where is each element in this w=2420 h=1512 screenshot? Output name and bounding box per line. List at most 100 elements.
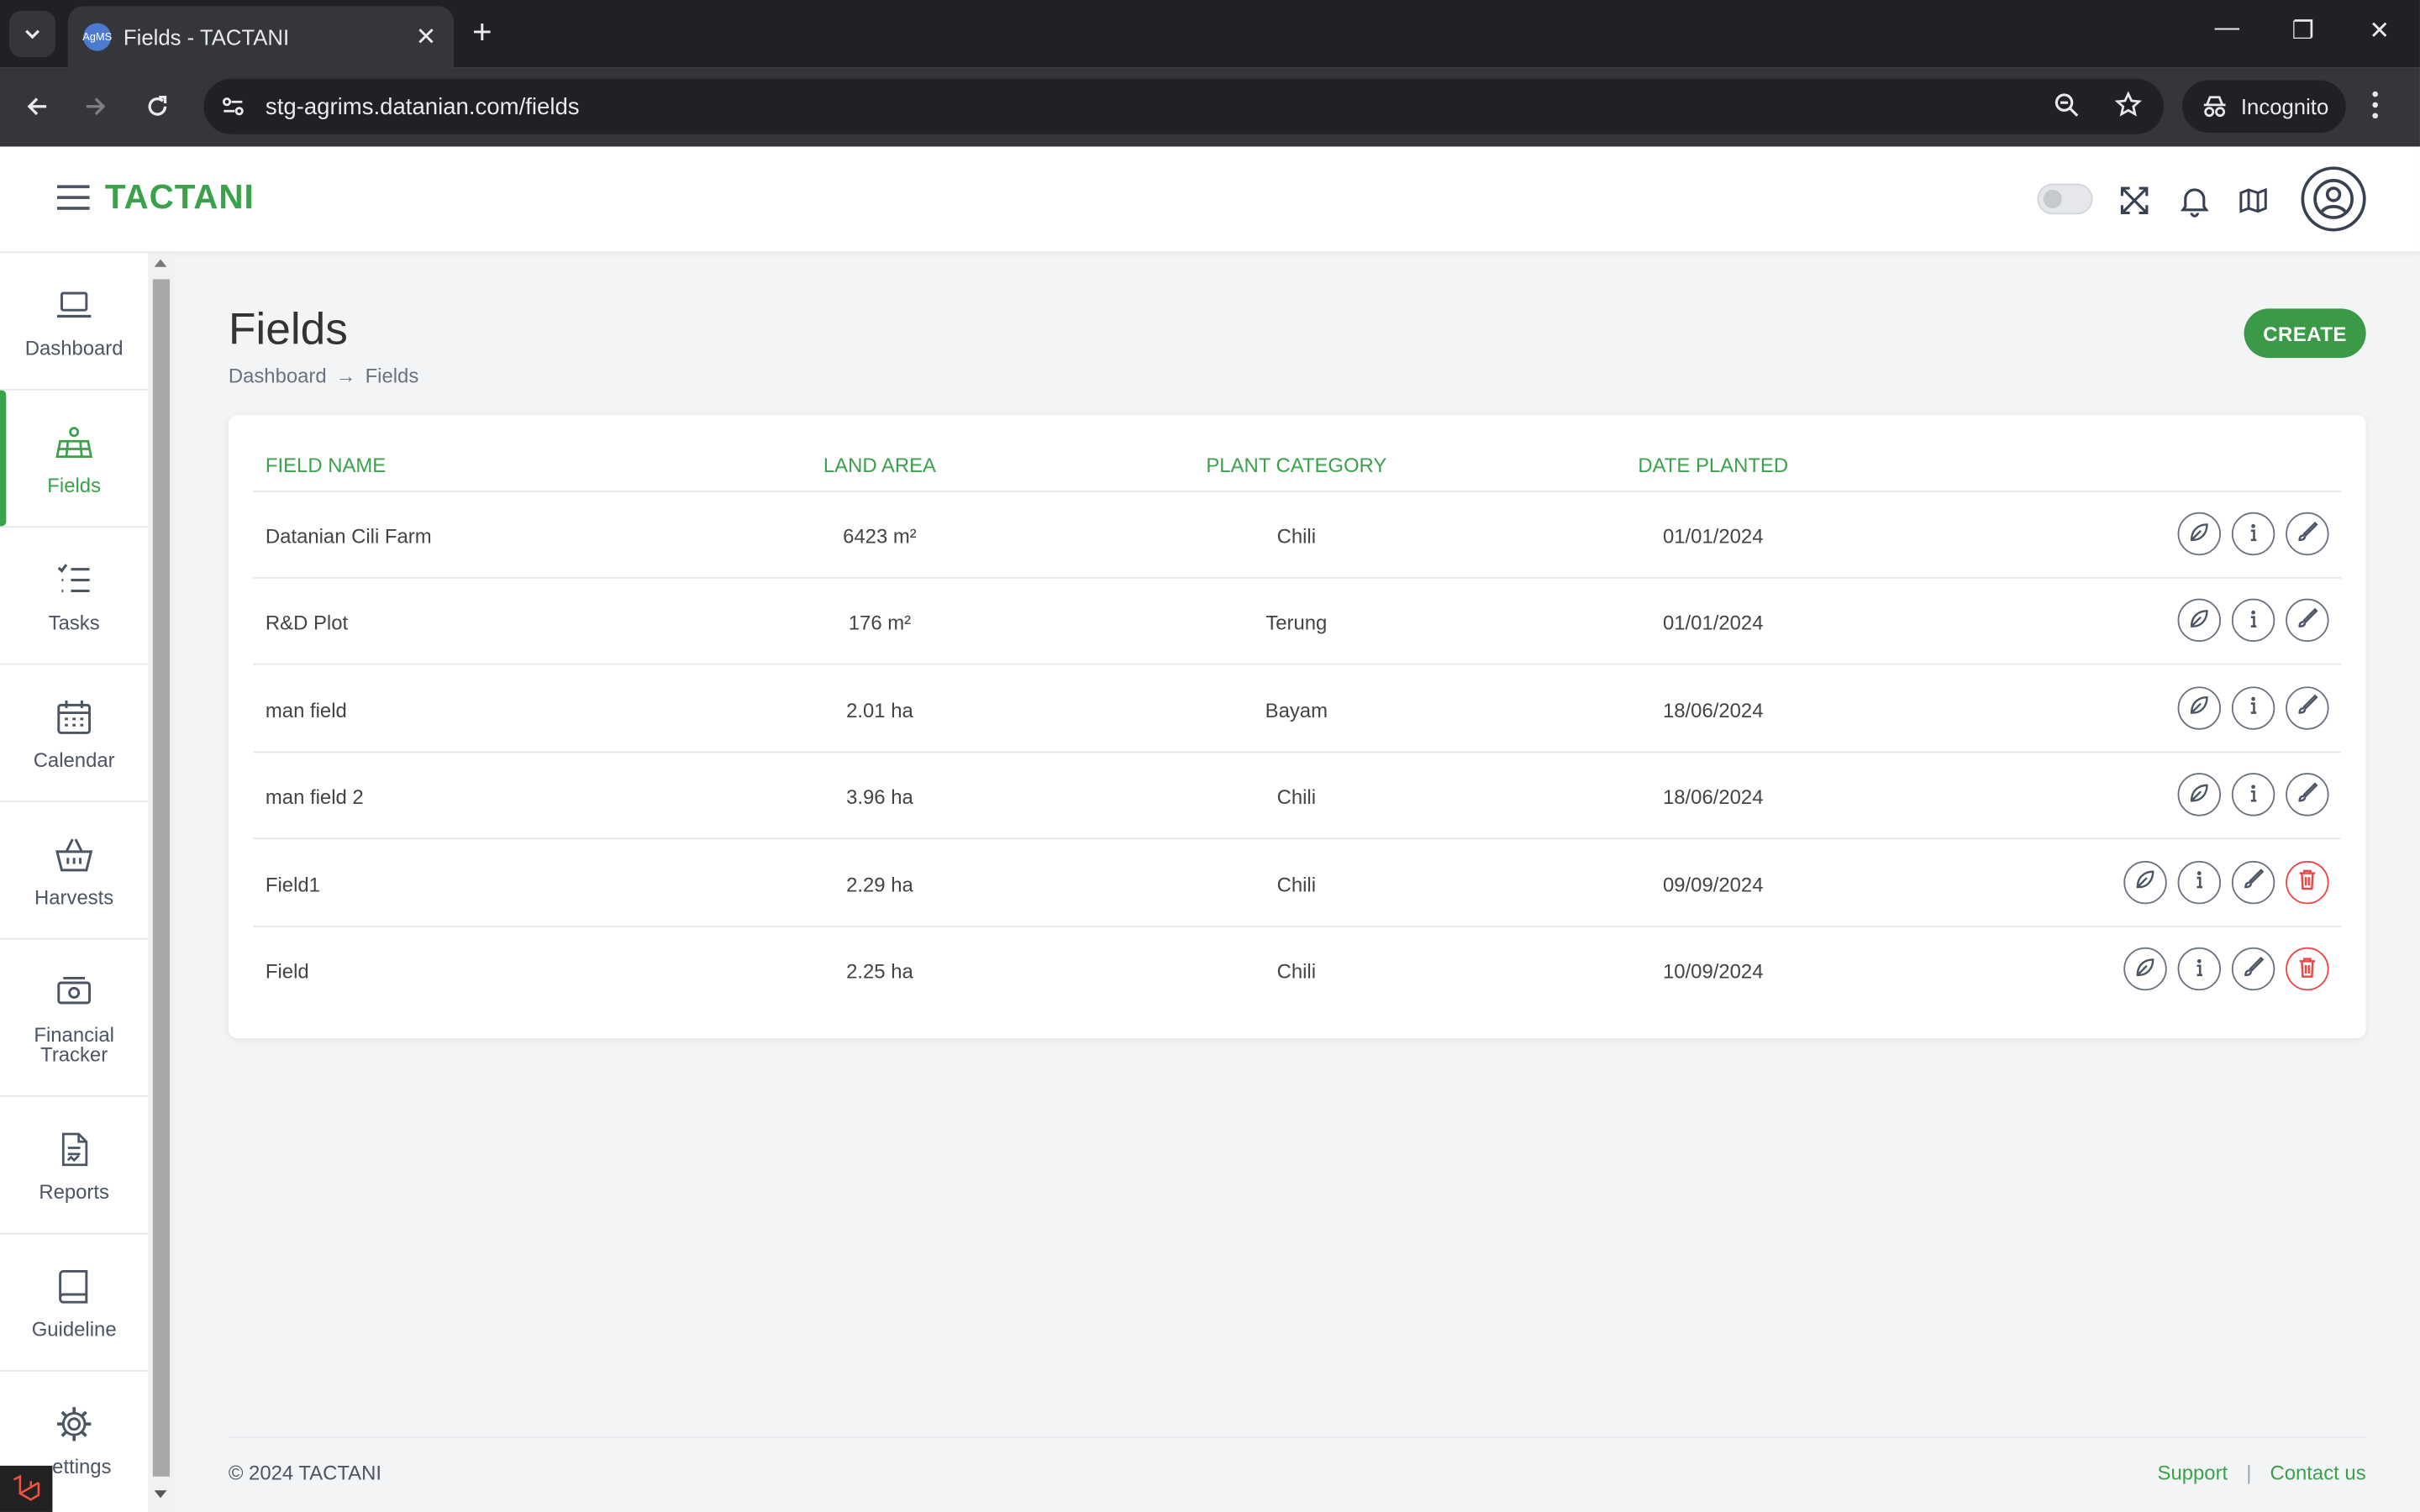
info-button[interactable] xyxy=(2231,773,2275,816)
plant-leaf-button[interactable] xyxy=(2177,773,2222,816)
column-header-plant-category[interactable]: PLANT CATEGORY xyxy=(1206,454,1386,477)
table-row: Field 2.25 ha Chili 10/09/2024 xyxy=(253,927,2341,1014)
sidebar-item-dashboard[interactable]: Dashboard xyxy=(0,253,149,391)
book-icon xyxy=(59,1269,88,1303)
browser-menu-icon[interactable] xyxy=(2370,90,2380,129)
sidebar-item-tasks[interactable]: Tasks xyxy=(0,528,149,665)
edit-button[interactable] xyxy=(2231,860,2275,904)
info-button[interactable] xyxy=(2231,685,2275,730)
info-button[interactable] xyxy=(2177,860,2222,904)
delete-button[interactable] xyxy=(2286,860,2329,904)
cell-date-planted: 18/06/2024 xyxy=(1662,785,1764,809)
column-header-date-planted[interactable]: DATE PLANTED xyxy=(1638,454,1788,477)
plant-leaf-button[interactable] xyxy=(2177,512,2222,556)
contact-link[interactable]: Contact us xyxy=(2270,1461,2365,1484)
info-icon xyxy=(2241,519,2265,549)
edit-button[interactable] xyxy=(2286,685,2329,730)
reload-icon[interactable] xyxy=(139,88,176,125)
leaf-icon xyxy=(2187,606,2212,636)
site-info-icon[interactable] xyxy=(219,92,247,120)
cell-date-planted: 10/09/2024 xyxy=(1662,959,1764,983)
row-actions xyxy=(2123,860,2329,904)
incognito-indicator[interactable]: Incognito xyxy=(2182,80,2346,133)
cell-field-name: man field xyxy=(265,698,347,722)
table-row: man field 2 3.96 ha Chili 18/06/2024 xyxy=(253,753,2342,840)
sidebar-item-label: ettings xyxy=(52,1455,112,1478)
info-icon xyxy=(2187,867,2212,896)
support-link[interactable]: Support xyxy=(2158,1461,2228,1484)
sidebar-item-guideline[interactable]: Guideline xyxy=(0,1234,149,1372)
sidebar-item-fields[interactable]: Fields xyxy=(0,390,149,528)
map-icon[interactable] xyxy=(2236,184,2270,218)
scroll-down-icon[interactable] xyxy=(154,1490,167,1499)
new-tab-button[interactable]: + xyxy=(472,14,492,49)
cell-date-planted: 18/06/2024 xyxy=(1662,698,1764,722)
debugbar-logo[interactable] xyxy=(0,1465,53,1512)
delete-button[interactable] xyxy=(2286,947,2329,991)
info-button[interactable] xyxy=(2231,512,2275,556)
basket-icon xyxy=(55,837,93,871)
sidebar-item-label: Harvests xyxy=(34,885,114,908)
plant-leaf-button[interactable] xyxy=(2123,860,2167,904)
column-header-land-area[interactable]: LAND AREA xyxy=(823,454,936,477)
sidebar-item-harvests[interactable]: Harvests xyxy=(0,802,149,940)
close-tab-icon[interactable]: ✕ xyxy=(413,22,438,53)
table-row: Field1 2.29 ha Chili 09/09/2024 xyxy=(253,840,2342,927)
sidebar-item-reports[interactable]: Reports xyxy=(0,1097,149,1235)
hamburger-menu-icon[interactable] xyxy=(56,185,90,213)
bookmark-star-icon[interactable] xyxy=(2114,91,2142,118)
url-text: stg-agrims.datanian.com/fields xyxy=(265,93,580,120)
minimize-icon[interactable]: — xyxy=(2215,15,2239,43)
close-window-icon[interactable]: ✕ xyxy=(2369,15,2390,46)
info-button[interactable] xyxy=(2231,599,2275,643)
sidebar-item-financial-tracker[interactable]: Financial Tracker xyxy=(0,940,149,1097)
edit-button[interactable] xyxy=(2286,599,2329,643)
edit-button[interactable] xyxy=(2231,947,2275,991)
browser-toolbar: stg-agrims.datanian.com/fields Incognito xyxy=(0,67,2420,147)
address-bar[interactable]: stg-agrims.datanian.com/fields xyxy=(203,78,2165,134)
create-button[interactable]: CREATE xyxy=(2244,308,2366,359)
forward-icon[interactable] xyxy=(77,88,114,125)
leaf-icon xyxy=(2133,867,2157,896)
fields-table-card: FIELD NAME LAND AREA PLANT CATEGORY DATE… xyxy=(228,415,2366,1039)
fullscreen-icon[interactable] xyxy=(2118,184,2151,218)
tab-list-button[interactable] xyxy=(9,10,56,57)
info-button[interactable] xyxy=(2177,947,2222,991)
tasks-icon xyxy=(57,563,90,592)
field-icon xyxy=(55,426,93,458)
plant-leaf-button[interactable] xyxy=(2177,685,2222,730)
table-row: man field 2.01 ha Bayam 18/06/2024 xyxy=(253,666,2342,753)
browser-tab[interactable]: AgMS Fields - TACTANI ✕ xyxy=(67,6,454,68)
edit-button[interactable] xyxy=(2286,512,2329,556)
sidebar-item-calendar[interactable]: Calendar xyxy=(0,665,149,803)
edit-button[interactable] xyxy=(2286,773,2329,816)
user-circle-icon xyxy=(2313,179,2354,219)
tab-title: Fields - TACTANI xyxy=(123,24,290,50)
sidebar: Dashboard Fields Tasks Calendar Harvests… xyxy=(0,253,149,1512)
table-row: Datanian Cili Farm 6423 m² Chili 01/01/2… xyxy=(253,492,2342,579)
cell-plant-category: Terung xyxy=(1265,612,1328,635)
notification-bell-icon[interactable] xyxy=(2178,184,2212,218)
sidebar-item-label: Guideline xyxy=(31,1316,117,1341)
zoom-icon[interactable] xyxy=(2053,91,2081,118)
plant-leaf-button[interactable] xyxy=(2177,599,2222,643)
brand-logo[interactable]: TACTANI xyxy=(105,177,255,218)
user-avatar[interactable] xyxy=(2301,166,2366,232)
column-header-field-name[interactable]: FIELD NAME xyxy=(266,454,386,477)
cell-land-area: 2.01 ha xyxy=(846,698,913,722)
theme-toggle[interactable] xyxy=(2037,183,2093,215)
sidebar-item-label: Dashboard xyxy=(24,335,124,360)
laptop-icon xyxy=(56,291,92,318)
scroll-up-icon[interactable] xyxy=(154,259,167,267)
brush-icon xyxy=(2295,780,2319,810)
back-icon[interactable] xyxy=(18,88,55,125)
leaf-icon xyxy=(2133,954,2157,984)
report-icon xyxy=(61,1131,88,1166)
plant-leaf-button[interactable] xyxy=(2123,947,2167,991)
scroll-thumb[interactable] xyxy=(152,279,171,1477)
table-row: R&D Plot 176 m² Terung 01/01/2024 xyxy=(253,579,2342,666)
brush-icon xyxy=(2295,519,2319,549)
breadcrumb-dashboard-link[interactable]: Dashboard xyxy=(229,364,327,387)
sidebar-scrollbar[interactable] xyxy=(148,253,175,1512)
restore-icon[interactable]: ❐ xyxy=(2291,15,2313,46)
